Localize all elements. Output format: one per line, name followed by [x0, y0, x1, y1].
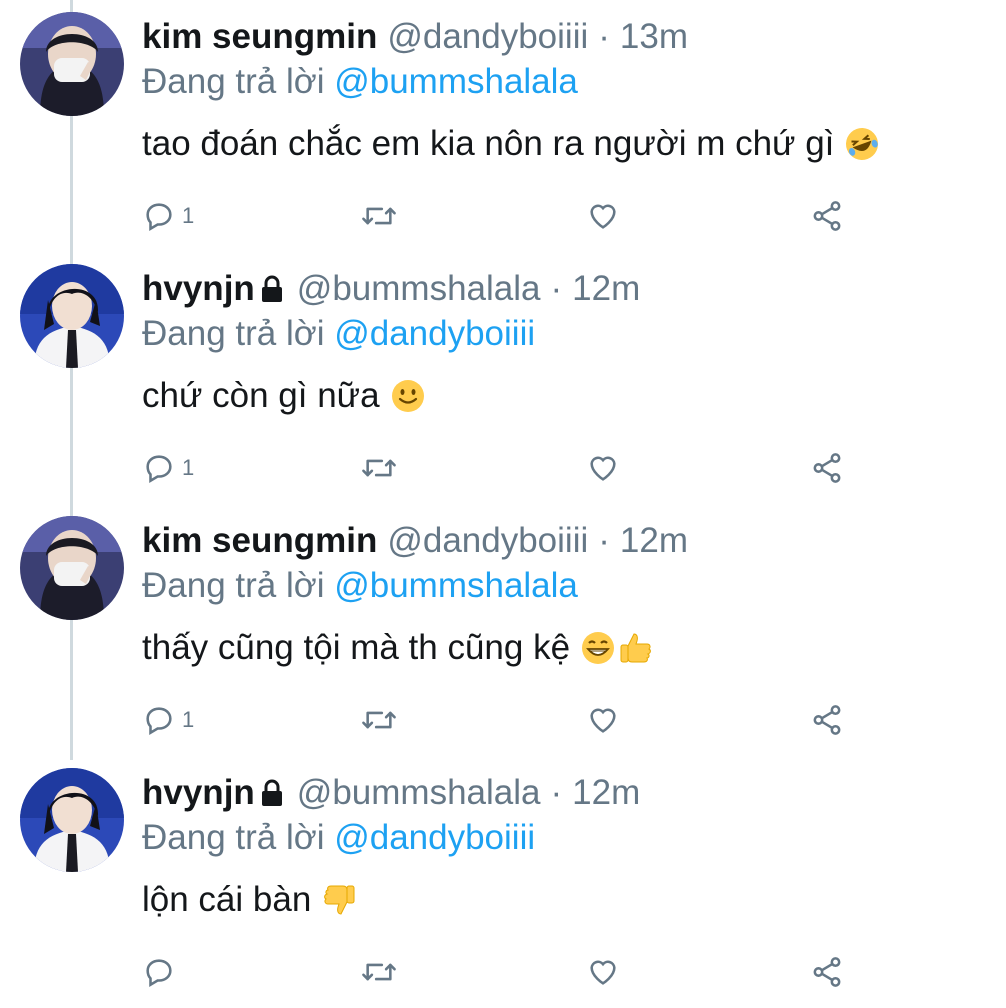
rofl-emoji	[846, 128, 879, 160]
tweet[interactable]: kim seungmin @dandyboiiii · 12m Đang trả…	[0, 504, 1006, 756]
display-name[interactable]: kim seungmin	[142, 17, 377, 57]
display-name[interactable]: hvynjn	[142, 269, 255, 309]
retweet-button[interactable]	[360, 950, 398, 994]
reply-icon	[146, 959, 172, 988]
retweet-icon	[362, 207, 396, 225]
share-button[interactable]	[810, 446, 844, 490]
replying-to-handle[interactable]: @dandyboiiii	[334, 818, 535, 857]
separator-dot: ·	[598, 17, 610, 56]
tweet-text: lộn cái bàn	[142, 880, 312, 919]
avatar[interactable]	[20, 516, 124, 620]
retweet-button[interactable]	[360, 698, 398, 742]
reply-button[interactable]: 1	[142, 698, 194, 742]
lock-icon	[261, 275, 282, 302]
tweet-text: thấy cũng tội mà th cũng kệ	[142, 628, 571, 667]
replying-to-label: Đang trả lời	[142, 818, 325, 857]
separator-dot: ·	[598, 521, 610, 560]
timestamp[interactable]: 13m	[620, 17, 688, 57]
avatar[interactable]	[20, 264, 124, 368]
avatar[interactable]	[20, 12, 124, 116]
heart-icon	[590, 708, 616, 733]
replying-to-label: Đang trả lời	[142, 314, 325, 353]
retweet-button[interactable]	[360, 194, 398, 238]
reply-count: 1	[182, 455, 195, 480]
slight-smile-emoji	[391, 380, 424, 412]
retweet-icon	[362, 459, 396, 477]
like-button[interactable]	[586, 446, 620, 490]
tweet-text: tao đoán chắc em kia nôn ra người m chứ …	[142, 124, 835, 163]
heart-icon	[590, 456, 616, 481]
replying-to-handle[interactable]: @bummshalala	[334, 62, 578, 101]
display-name[interactable]: hvynjn	[142, 773, 255, 813]
like-button[interactable]	[586, 698, 620, 742]
thumbs-up-emoji	[620, 633, 651, 663]
replying-to-label: Đang trả lời	[142, 566, 325, 605]
user-handle[interactable]: @dandyboiiii	[387, 521, 588, 561]
user-handle[interactable]: @bummshalala	[297, 269, 541, 309]
reply-button[interactable]: 1	[142, 194, 194, 238]
tweet[interactable]: kim seungmin @dandyboiiii · 13m Đang trả…	[0, 0, 1006, 252]
retweet-button[interactable]	[360, 446, 398, 490]
thumbs-down-emoji	[324, 885, 355, 915]
avatar[interactable]	[20, 768, 124, 872]
tweet[interactable]: hvynjn @bummshalala · 12m Đang trả lời @…	[0, 252, 1006, 504]
retweet-icon	[362, 711, 396, 729]
share-icon	[813, 453, 841, 483]
separator-dot: ·	[550, 773, 563, 812]
grin-emoji	[582, 632, 615, 664]
share-button[interactable]	[810, 950, 844, 994]
share-icon	[813, 957, 841, 987]
timestamp[interactable]: 12m	[572, 269, 640, 309]
replying-to-handle[interactable]: @dandyboiiii	[334, 314, 535, 353]
share-button[interactable]	[810, 698, 844, 742]
reply-count: 1	[182, 203, 195, 228]
separator-dot: ·	[550, 269, 563, 308]
tweet-text: chứ còn gì nữa	[142, 376, 380, 415]
share-button[interactable]	[810, 194, 844, 238]
display-name[interactable]: kim seungmin	[142, 521, 377, 561]
heart-icon	[590, 204, 616, 229]
replying-to-label: Đang trả lời	[142, 62, 325, 101]
retweet-icon	[362, 963, 396, 981]
share-icon	[813, 201, 841, 231]
heart-icon	[590, 960, 616, 985]
user-handle[interactable]: @dandyboiiii	[387, 17, 588, 57]
like-button[interactable]	[586, 194, 620, 238]
share-icon	[813, 705, 841, 735]
reply-icon	[146, 455, 172, 484]
replying-to-handle[interactable]: @bummshalala	[334, 566, 578, 605]
tweet[interactable]: hvynjn @bummshalala · 12m Đang trả lời @…	[0, 756, 1006, 1008]
reply-count: 1	[182, 707, 195, 732]
user-handle[interactable]: @bummshalala	[297, 773, 541, 813]
timestamp[interactable]: 12m	[572, 773, 640, 813]
like-button[interactable]	[586, 950, 620, 994]
reply-button[interactable]: 1	[142, 446, 194, 490]
lock-icon	[261, 779, 282, 806]
reply-button[interactable]	[142, 950, 182, 994]
reply-icon	[146, 203, 172, 232]
reply-icon	[146, 707, 172, 736]
timestamp[interactable]: 12m	[620, 521, 688, 561]
